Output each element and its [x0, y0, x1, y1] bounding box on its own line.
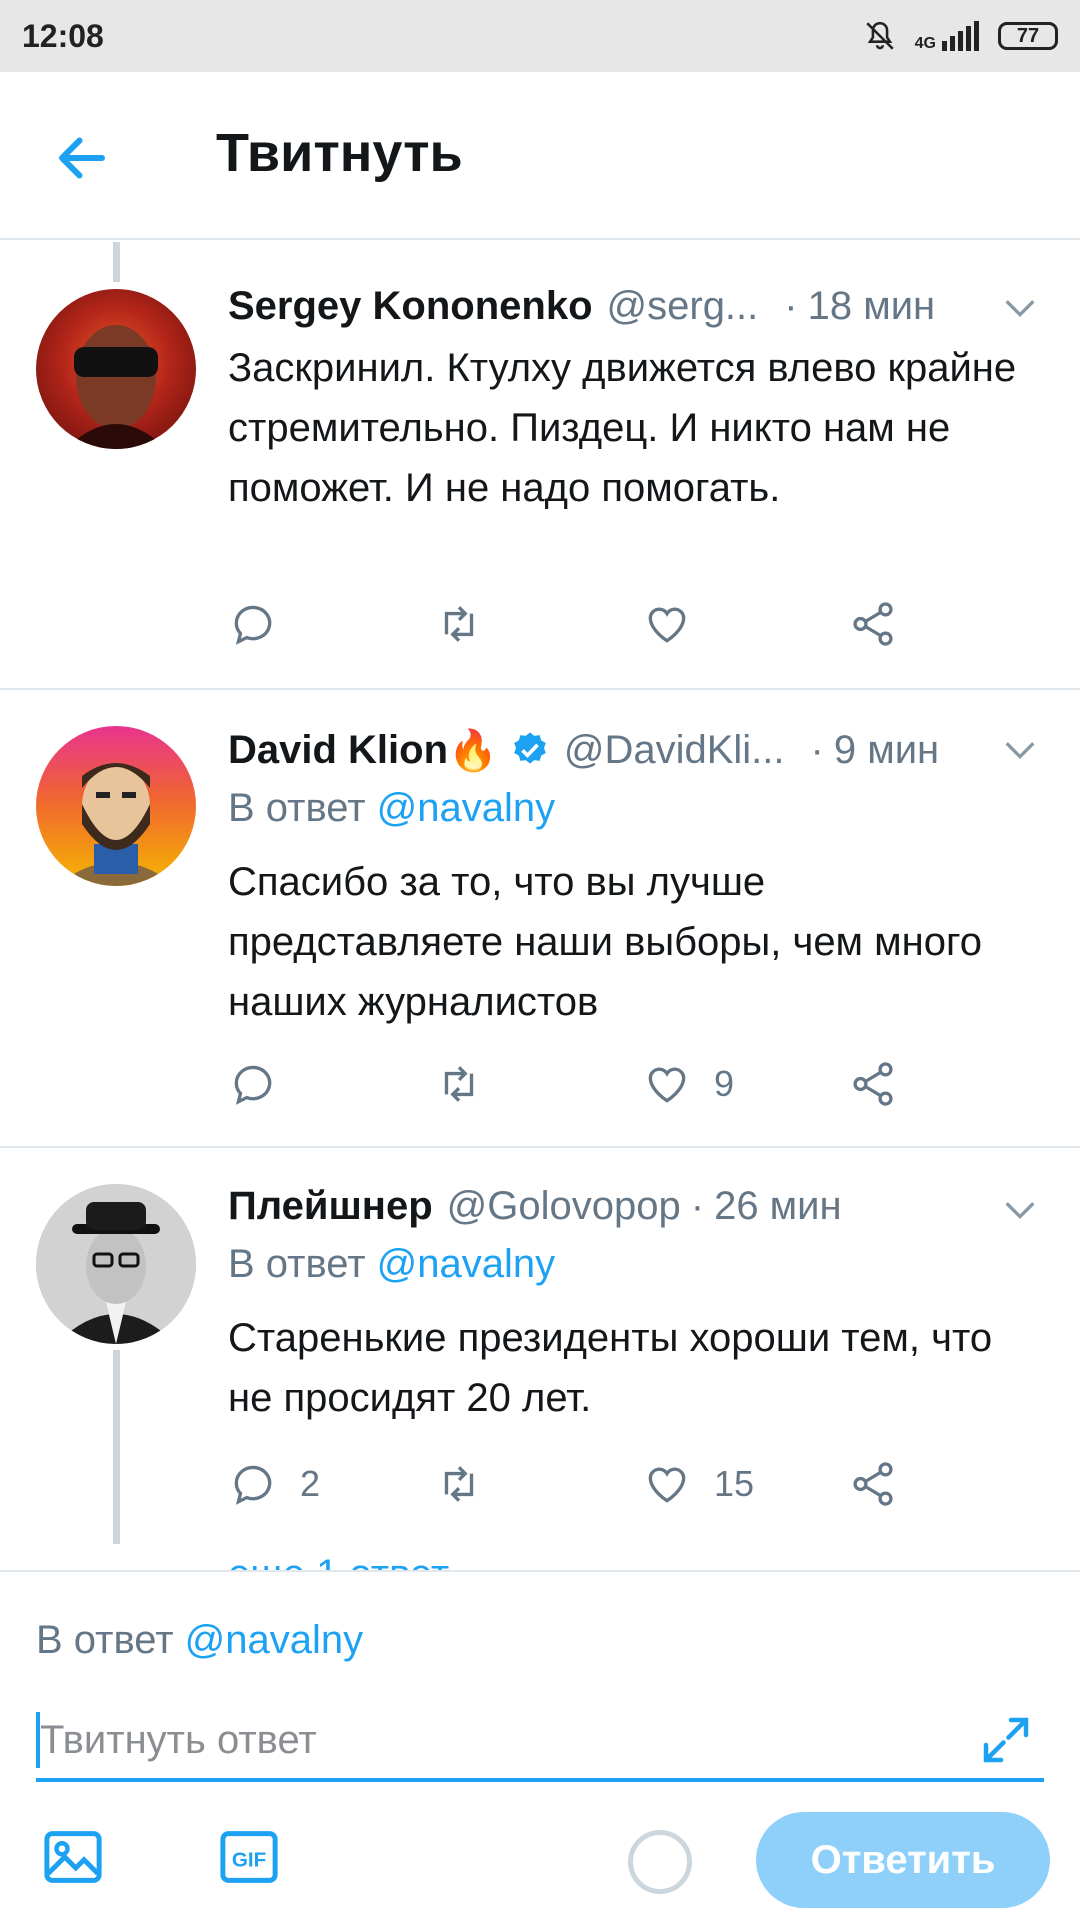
retweet-icon: [444, 1066, 474, 1102]
avatar-portrait-image: [66, 325, 166, 449]
reply-count: 2: [300, 1463, 321, 1504]
like-button[interactable]: [642, 594, 714, 654]
reply-context: В ответ @navalny: [228, 1242, 555, 1287]
tweet-header: Sergey Kononenko @serg... · 18 мин: [228, 276, 935, 336]
reply-context: В ответ @navalny: [228, 786, 555, 831]
tweet[interactable]: Плейшнер @Golovopop · 26 мин В ответ @na…: [0, 1150, 1080, 1570]
verified-badge-icon: [514, 732, 546, 764]
reply-button[interactable]: 2: [228, 1454, 320, 1514]
compose-reply-mention[interactable]: @navalny: [185, 1618, 363, 1662]
compose-reply-prefix: В ответ: [36, 1618, 174, 1662]
svg-text:GIF: GIF: [232, 1849, 266, 1872]
author-handle[interactable]: @DavidKli...: [564, 728, 785, 773]
share-icon: [853, 1462, 893, 1506]
reply-input[interactable]: Твитнуть ответ: [36, 1702, 1044, 1782]
reply-submit-button[interactable]: Ответить: [756, 1812, 1050, 1908]
heart-icon: [648, 1467, 686, 1503]
reply-button[interactable]: [228, 594, 300, 654]
avatar-portrait-image: [36, 1184, 196, 1344]
tweet-time: 18 мин: [807, 283, 936, 328]
network-type: 4G: [914, 35, 936, 52]
like-count: 15: [714, 1463, 755, 1504]
avatar[interactable]: [36, 726, 196, 886]
image-icon[interactable]: [40, 1824, 106, 1890]
compose-reply-context: В ответ @navalny: [36, 1618, 363, 1663]
tweet-text: Спасибо за то, что вы лучше представляет…: [228, 860, 982, 1024]
share-button[interactable]: [848, 594, 898, 654]
thread-line-top: [113, 242, 120, 282]
chevron-down-icon[interactable]: [1000, 730, 1040, 770]
page-title: Твитнуть: [216, 123, 463, 183]
expand-icon[interactable]: [976, 1710, 1036, 1770]
fire-emoji-icon: 🔥: [448, 728, 498, 773]
avatar[interactable]: [36, 1184, 196, 1344]
thread-line-bottom: [113, 1350, 120, 1544]
tweet-actions: [228, 594, 948, 654]
author-name[interactable]: David Klion: [228, 728, 448, 773]
author-name[interactable]: Плейшнер: [228, 1184, 433, 1229]
reply-input-placeholder: Твитнуть ответ: [40, 1717, 317, 1762]
app-header: Твитнуть: [0, 72, 1080, 240]
reply-icon: [234, 1465, 272, 1505]
tweet[interactable]: Sergey Kononenko @serg... · 18 мин Заскр…: [0, 242, 1080, 690]
chevron-down-icon[interactable]: [1000, 1190, 1040, 1230]
reply-icon: [234, 1065, 272, 1105]
compose-toolbar: GIF Ответить: [0, 1808, 1080, 1918]
retweet-button[interactable]: [434, 1454, 506, 1514]
reply-context-prefix: В ответ: [228, 1242, 366, 1286]
tweet-actions: 2 15: [228, 1454, 948, 1514]
share-icon: [853, 602, 893, 646]
heart-icon: [648, 1067, 686, 1103]
share-button[interactable]: [848, 1454, 898, 1514]
avatar[interactable]: [36, 289, 196, 449]
author-name[interactable]: Sergey Kononenko: [228, 284, 593, 329]
meta-separator: ·: [690, 1183, 705, 1228]
tweet-header: Плейшнер @Golovopop · 26 мин: [228, 1176, 842, 1236]
meta-separator: ·: [810, 727, 824, 772]
author-handle[interactable]: @Golovopop: [447, 1184, 681, 1229]
arrow-left-icon[interactable]: [52, 128, 112, 188]
reply-mention-link[interactable]: @navalny: [377, 1242, 555, 1286]
tweet-text: Старенькие президенты хороши тем, что не…: [228, 1316, 993, 1420]
bell-off-icon: [866, 21, 894, 50]
retweet-icon: [444, 606, 474, 642]
signal-icon: [942, 21, 979, 51]
chevron-down-icon[interactable]: [1000, 288, 1040, 328]
battery-indicator: 77: [998, 22, 1058, 50]
like-count: 9: [714, 1063, 735, 1104]
tweet-actions: 9: [228, 1054, 948, 1114]
heart-icon: [648, 607, 686, 643]
reply-button[interactable]: [228, 1054, 300, 1114]
retweet-button[interactable]: [434, 594, 506, 654]
signal-indicator: 4G: [914, 21, 980, 52]
share-icon: [853, 1062, 893, 1106]
avatar-portrait-image: [56, 763, 176, 886]
status-bar: 12:08 4G 77: [0, 0, 1080, 72]
like-button[interactable]: 15: [642, 1454, 754, 1514]
meta-separator: ·: [784, 283, 798, 328]
tweet-header: David Klion 🔥 @DavidKli... · 9 мин: [228, 720, 939, 780]
like-button[interactable]: 9: [642, 1054, 734, 1114]
tweet[interactable]: David Klion 🔥 @DavidKli... · 9 мин В отв…: [0, 692, 1080, 1148]
reply-composer: В ответ @navalny Твитнуть ответ GIF Отве…: [0, 1570, 1080, 1920]
tweet-time: 9 мин: [833, 727, 940, 772]
reply-context-prefix: В ответ: [228, 786, 366, 830]
reply-icon: [234, 605, 272, 645]
status-icons: 4G 77: [863, 19, 1058, 53]
gif-icon[interactable]: GIF: [216, 1824, 282, 1890]
share-button[interactable]: [848, 1054, 898, 1114]
status-time: 12:08: [22, 17, 104, 54]
retweet-icon: [444, 1466, 474, 1502]
retweet-button[interactable]: [434, 1054, 506, 1114]
tweet-text: Заскринил. Ктулху движется влево крайне …: [228, 346, 1017, 510]
tweet-time: 26 мин: [714, 1183, 842, 1228]
screen: 12:08 4G 77 Твитнуть Sergey Kononenko @s…: [0, 0, 1080, 1920]
character-counter-ring: [628, 1830, 692, 1894]
reply-mention-link[interactable]: @navalny: [377, 786, 555, 830]
author-handle[interactable]: @serg...: [607, 284, 759, 329]
